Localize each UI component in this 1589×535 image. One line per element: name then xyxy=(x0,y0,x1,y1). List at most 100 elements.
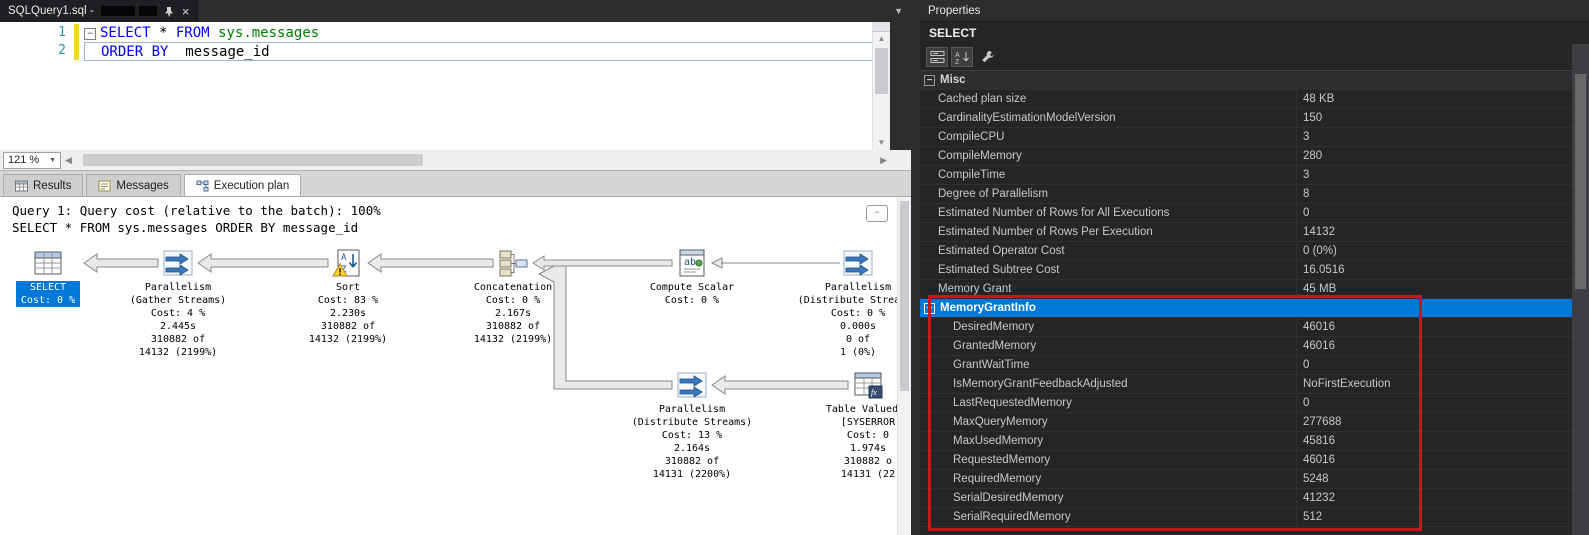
property-row[interactable]: GrantedMemory46016 xyxy=(920,337,1572,356)
plan-vertical-scrollbar[interactable] xyxy=(897,197,911,535)
property-name: MaxUsedMemory xyxy=(953,433,1043,450)
tab-list-chevron-icon[interactable]: ▼ xyxy=(894,6,903,16)
document-tab[interactable]: SQLQuery1.sql - × xyxy=(0,0,198,22)
tab-execution-plan[interactable]: Execution plan xyxy=(184,174,301,196)
plan-node-select[interactable]: SELECTCost: 0 % xyxy=(16,247,80,307)
property-row[interactable]: CompileCPU3 xyxy=(920,128,1572,147)
svg-text:ab: ab xyxy=(684,257,696,268)
property-name: RequestedMemory xyxy=(953,452,1050,469)
categorized-button[interactable] xyxy=(926,47,948,67)
plan-node-label: Cost: 0 % xyxy=(448,294,578,307)
property-row[interactable]: RequiredMemory5248 xyxy=(920,470,1572,489)
property-row[interactable]: Memory Grant45 MB xyxy=(920,280,1572,299)
change-tracking-bar xyxy=(74,24,79,60)
property-row[interactable]: SerialDesiredMemory41232 xyxy=(920,489,1572,508)
scrollbar-thumb[interactable] xyxy=(900,201,909,391)
execution-plan-pane: Query 1: Query cost (relative to the bat… xyxy=(0,196,911,535)
plan-node-label: Sort xyxy=(283,281,413,294)
tab-label: Execution plan xyxy=(214,180,289,192)
property-row[interactable]: Degree of Parallelism8 xyxy=(920,185,1572,204)
property-name-cell: Estimated Operator Cost xyxy=(920,242,1296,260)
group-row-memorygrantinfo[interactable]: −MemoryGrantInfo xyxy=(920,299,1572,318)
property-row[interactable]: CompileTime3 xyxy=(920,166,1572,185)
editor-split-handle[interactable] xyxy=(873,22,890,32)
editor-zoom-select[interactable]: 121 % ▼ xyxy=(3,152,61,169)
property-value: 150 xyxy=(1296,109,1572,127)
code-line[interactable]: −SELECT * FROM sys.messages xyxy=(84,24,884,42)
property-name-cell: Estimated Number of Rows Per Execution xyxy=(920,223,1296,241)
plan-node-compute-scalar[interactable]: abCompute ScalarCost: 0 % xyxy=(627,247,757,307)
properties-title: Properties xyxy=(920,0,1589,22)
fold-collapse-icon[interactable]: − xyxy=(84,28,96,40)
property-row[interactable]: CardinalityEstimationModelVersion150 xyxy=(920,109,1572,128)
property-row[interactable]: LastRequestedMemory0 xyxy=(920,394,1572,413)
plan-nodes-layer: SELECTCost: 0 % Parallelism(Gather Stream… xyxy=(0,197,897,535)
property-pages-button[interactable] xyxy=(976,47,998,67)
property-name-cell: RequiredMemory xyxy=(920,470,1296,488)
plan-node-parallelism-distribute-streams-bottom[interactable]: Parallelism(Distribute Streams)Cost: 13 … xyxy=(622,369,762,481)
plan-node-sort[interactable]: AZSortCost: 83 %2.230s310882 of14132 (21… xyxy=(283,247,413,346)
property-name: DesiredMemory xyxy=(953,319,1034,336)
property-row[interactable]: MaxUsedMemory 45816 xyxy=(920,432,1572,451)
editor-vertical-scrollbar[interactable]: ▲ ▼ xyxy=(872,22,890,150)
property-row[interactable]: IsMemoryGrantFeedbackAdjustedNoFirstExec… xyxy=(920,375,1572,394)
property-row[interactable]: CompileMemory280 xyxy=(920,147,1572,166)
property-row[interactable]: Cached plan size48 KB xyxy=(920,90,1572,109)
close-icon[interactable]: × xyxy=(182,5,190,18)
collapse-expander-icon[interactable]: − xyxy=(924,303,935,314)
alphabetical-button[interactable]: AZ xyxy=(951,47,973,67)
property-row[interactable]: DesiredMemory46016 xyxy=(920,318,1572,337)
pin-icon[interactable] xyxy=(164,6,174,17)
messages-icon xyxy=(98,180,111,192)
property-row[interactable]: SerialRequiredMemory512 xyxy=(920,508,1572,527)
property-name: Estimated Operator Cost xyxy=(938,243,1065,260)
plan-node-concatenation[interactable]: ConcatenationCost: 0 %2.167s310882 of141… xyxy=(448,247,578,346)
property-name-cell: Cached plan size xyxy=(920,90,1296,108)
scroll-right-icon[interactable]: ▶ xyxy=(880,155,887,166)
properties-toolbar: AZ xyxy=(920,44,1589,71)
plan-node-label: Parallelism xyxy=(113,281,243,294)
code-editor[interactable]: 12 −SELECT * FROM sys.messagesORDER BY m… xyxy=(0,22,890,150)
query-editor-pane: SQLQuery1.sql - × ▼ 12 −SELECT * FROM sy… xyxy=(0,0,911,535)
property-name-cell: Memory Grant xyxy=(920,280,1296,298)
property-name-cell: Degree of Parallelism xyxy=(920,185,1296,203)
property-row[interactable]: Estimated Number of Rows Per Execution14… xyxy=(920,223,1572,242)
editor-bottom-bar: 121 % ▼ ◀ ▶ xyxy=(0,150,911,170)
parallelism-icon xyxy=(162,247,194,279)
scroll-left-icon[interactable]: ◀ xyxy=(65,155,72,166)
property-value: 45816 xyxy=(1296,432,1572,450)
editor-horizontal-scrollbar[interactable]: ◀ ▶ xyxy=(61,150,911,170)
property-row[interactable]: Estimated Subtree Cost16.0516 xyxy=(920,261,1572,280)
category-row-misc[interactable]: −Misc xyxy=(920,71,1572,90)
property-value: 8 xyxy=(1296,185,1572,203)
code-line[interactable]: ORDER BY message_id xyxy=(84,42,884,61)
properties-scrollbar[interactable] xyxy=(1572,44,1589,535)
tab-messages[interactable]: Messages xyxy=(86,174,180,196)
plan-node-label: Table Valued F xyxy=(803,403,911,416)
property-name-cell: DesiredMemory xyxy=(920,318,1296,336)
concat-icon xyxy=(497,247,529,279)
plan-node-parallelism-gather-streams[interactable]: Parallelism(Gather Streams)Cost: 4 %2.44… xyxy=(113,247,243,359)
plan-node-parallelism-distribute-streams-top[interactable]: Parallelism(Distribute Streams)Cost: 0 %… xyxy=(793,247,911,359)
property-row[interactable]: RequestedMemory46016 xyxy=(920,451,1572,470)
plan-node-table-valued-function[interactable]: fxTable Valued F[SYSERRORCost: 01.974s31… xyxy=(803,369,911,481)
property-name-cell: Estimated Subtree Cost xyxy=(920,261,1296,279)
scrollbar-thumb[interactable] xyxy=(83,154,423,166)
property-value: 3 xyxy=(1296,128,1572,146)
scrollbar-thumb[interactable] xyxy=(875,48,888,94)
selected-object-name: SELECT xyxy=(920,22,1589,44)
plan-node-label: Parallelism xyxy=(622,403,762,416)
property-row[interactable]: Estimated Number of Rows for All Executi… xyxy=(920,204,1572,223)
scroll-up-icon[interactable]: ▲ xyxy=(873,32,890,46)
scrollbar-thumb[interactable] xyxy=(1575,74,1586,289)
property-row[interactable]: MaxQueryMemory277688 xyxy=(920,413,1572,432)
tab-results[interactable]: Results xyxy=(3,174,83,196)
plan-node-label: Cost: 0 % xyxy=(793,307,911,320)
collapse-expander-icon[interactable]: − xyxy=(924,75,935,86)
property-row[interactable]: GrantWaitTime0 xyxy=(920,356,1572,375)
property-row[interactable]: Estimated Operator Cost0 (0%) xyxy=(920,242,1572,261)
property-name: CompileTime xyxy=(938,167,1005,184)
plan-node-label: 310882 of xyxy=(113,333,243,346)
pane-splitter[interactable] xyxy=(911,0,920,535)
scroll-down-icon[interactable]: ▼ xyxy=(873,136,890,150)
